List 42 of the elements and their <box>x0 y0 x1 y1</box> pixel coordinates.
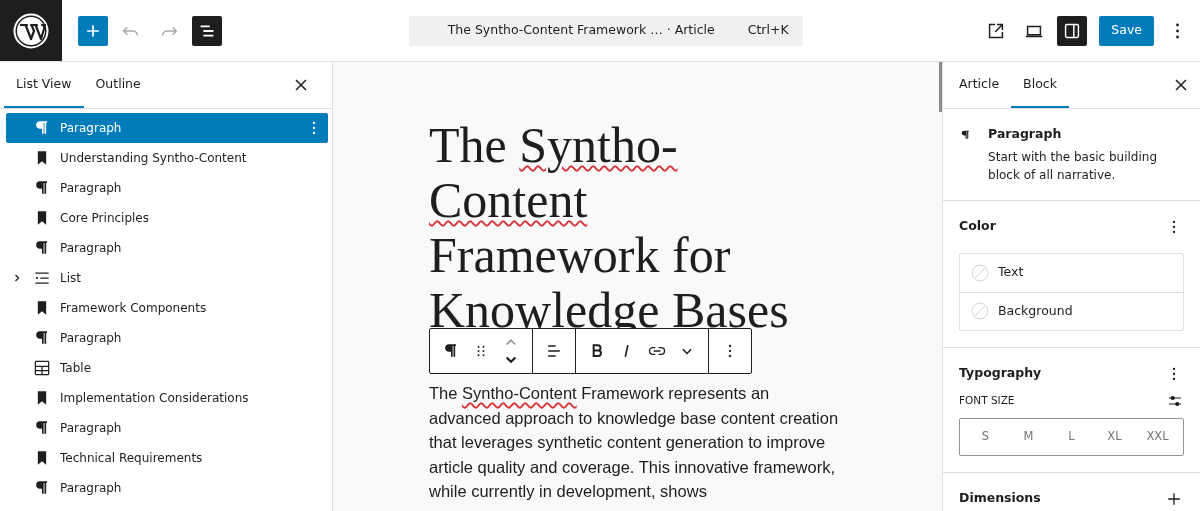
block-name: Paragraph <box>988 125 1063 143</box>
list-view-item[interactable]: Paragraph <box>6 413 328 443</box>
field-label: FONT SIZE <box>959 392 1015 408</box>
section-title: Typography <box>959 364 1042 383</box>
list-view-item[interactable]: Framework Components <box>6 293 328 323</box>
list-view-item[interactable]: Implementation Considerations <box>6 383 328 413</box>
empty-swatch-icon <box>970 301 990 322</box>
panel-tab[interactable]: List View <box>4 62 84 108</box>
list-view-item[interactable]: Technical Requirements <box>6 443 328 473</box>
color-option[interactable]: Text <box>960 253 1183 292</box>
font-size-option[interactable]: XXL <box>1136 422 1179 451</box>
section-title: Color <box>959 217 996 236</box>
color-option[interactable]: Background <box>960 291 1183 330</box>
settings-button[interactable] <box>1057 15 1088 46</box>
list-view-item[interactable]: Paragraph <box>6 473 328 503</box>
list-view-item[interactable]: Paragraph <box>6 173 328 203</box>
list-view-item[interactable]: Table <box>6 353 328 383</box>
scrollbar[interactable] <box>939 62 942 112</box>
list-view-item[interactable]: Paragraph <box>6 323 328 353</box>
font-size-option[interactable]: S <box>964 422 1007 451</box>
paragraph-text[interactable]: The Syntho-Content Framework represents an advanced approach to knowledge base content creation that leverages synthetic content generation to improve article quality and coverage. This innovative framework, while currently in development, shows <box>429 381 843 504</box>
table-icon <box>32 358 52 378</box>
list-view-item[interactable]: Paragraph <box>6 113 328 143</box>
empty-swatch-icon <box>970 262 990 283</box>
font-size-option[interactable]: M <box>1007 422 1050 451</box>
list-view-item[interactable]: List <box>6 263 328 293</box>
font-size-option[interactable]: L <box>1050 422 1093 451</box>
more-icon <box>1174 22 1180 39</box>
block-description: Start with the basic building block of all narrative. <box>988 148 1158 184</box>
list-view-item[interactable]: Understanding Syntho-Content <box>6 143 328 173</box>
save-button[interactable]: Save <box>1099 15 1154 46</box>
list-view-item[interactable]: Paragraph <box>6 233 328 263</box>
wordpress-logo[interactable] <box>0 0 62 61</box>
section-title: Dimensions <box>959 489 1041 508</box>
panel-tab[interactable]: Block <box>1011 62 1069 108</box>
font-size-option[interactable]: XL <box>1093 422 1136 451</box>
add-block-button[interactable] <box>78 15 108 46</box>
command-bar[interactable]: The Syntho-Content Framework … · Article Ctrl+K <box>408 15 803 46</box>
panel-tab[interactable]: Outline <box>83 62 153 108</box>
list-view-button[interactable] <box>192 15 222 46</box>
list-view-item[interactable]: Core Principles <box>6 203 328 233</box>
panel-tab[interactable]: Article <box>947 62 1012 108</box>
